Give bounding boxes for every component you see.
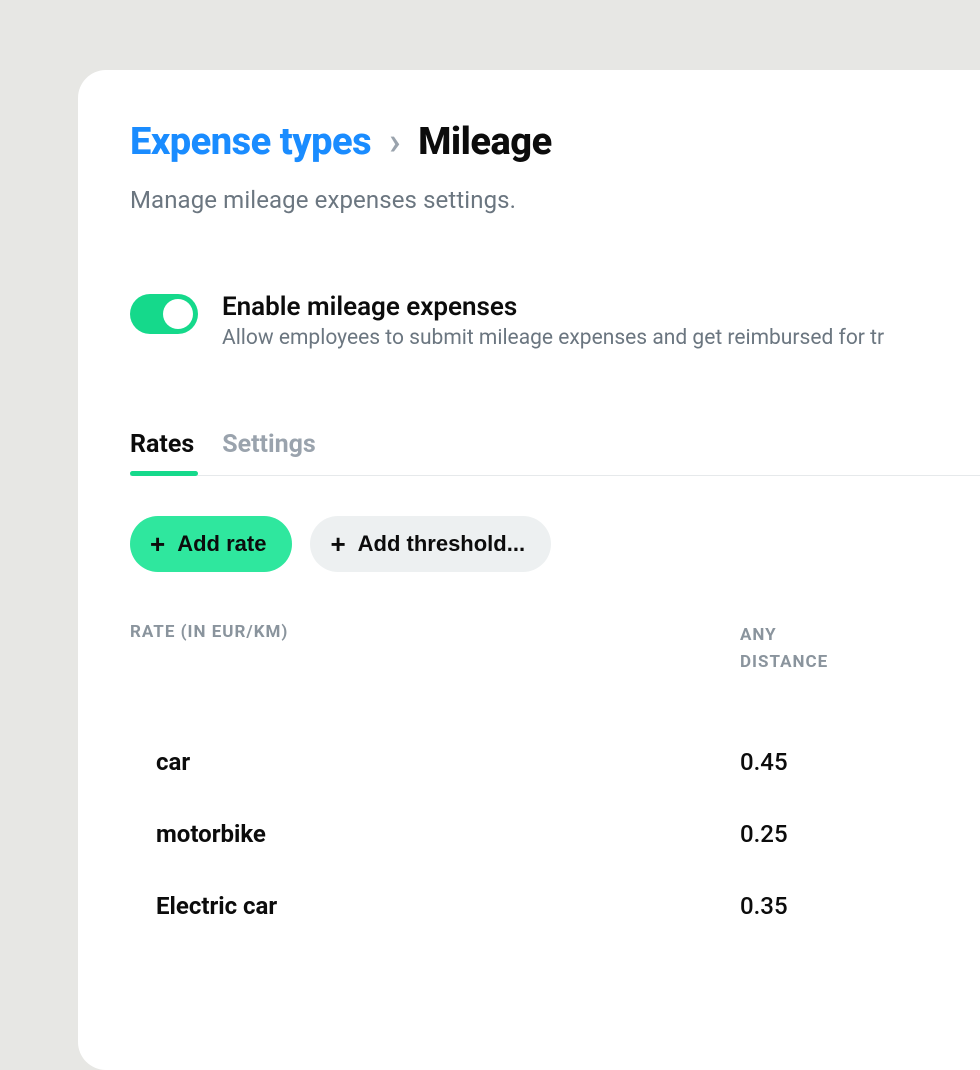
toggle-knob (163, 299, 193, 329)
add-threshold-label: Add threshold... (358, 531, 525, 557)
rate-value: 0.35 (740, 892, 890, 920)
enable-mileage-title: Enable mileage expenses (222, 292, 884, 322)
rate-value: 0.25 (740, 820, 890, 848)
breadcrumb: Expense types › Mileage (130, 120, 980, 164)
rates-rows: car 0.45 motorbike 0.25 Electric car 0.3… (130, 726, 980, 942)
add-rate-label: Add rate (177, 531, 266, 557)
enable-mileage-desc: Allow employees to submit mileage expens… (222, 326, 884, 350)
col-header-rate: RATE (IN EUR/KM) (130, 622, 740, 676)
rate-name: motorbike (156, 820, 740, 848)
add-threshold-button[interactable]: + Add threshold... (310, 516, 551, 572)
enable-mileage-text: Enable mileage expenses Allow employees … (222, 292, 884, 350)
chevron-right-icon: › (389, 120, 400, 164)
enable-mileage-toggle[interactable] (130, 294, 198, 334)
tab-rates[interactable]: Rates (130, 430, 194, 475)
breadcrumb-current: Mileage (418, 120, 552, 164)
plus-icon: + (330, 531, 345, 557)
table-row[interactable]: car 0.45 (130, 726, 980, 798)
page-subtitle: Manage mileage expenses settings. (130, 186, 980, 214)
add-rate-button[interactable]: + Add rate (130, 516, 292, 572)
action-bar: + Add rate + Add threshold... (130, 516, 980, 572)
table-row[interactable]: motorbike 0.25 (130, 798, 980, 870)
col-header-distance: ANY DISTANCE (740, 622, 890, 676)
rate-name: car (156, 748, 740, 776)
enable-mileage-row: Enable mileage expenses Allow employees … (130, 292, 980, 350)
table-row[interactable]: Electric car 0.35 (130, 870, 980, 942)
tabs: Rates Settings (130, 430, 980, 476)
rates-table-header: RATE (IN EUR/KM) ANY DISTANCE (130, 622, 980, 676)
rate-value: 0.45 (740, 748, 890, 776)
tab-settings[interactable]: Settings (222, 430, 316, 475)
plus-icon: + (150, 531, 165, 557)
settings-card: Expense types › Mileage Manage mileage e… (78, 70, 980, 1070)
rate-name: Electric car (156, 892, 740, 920)
breadcrumb-parent[interactable]: Expense types (130, 120, 371, 164)
